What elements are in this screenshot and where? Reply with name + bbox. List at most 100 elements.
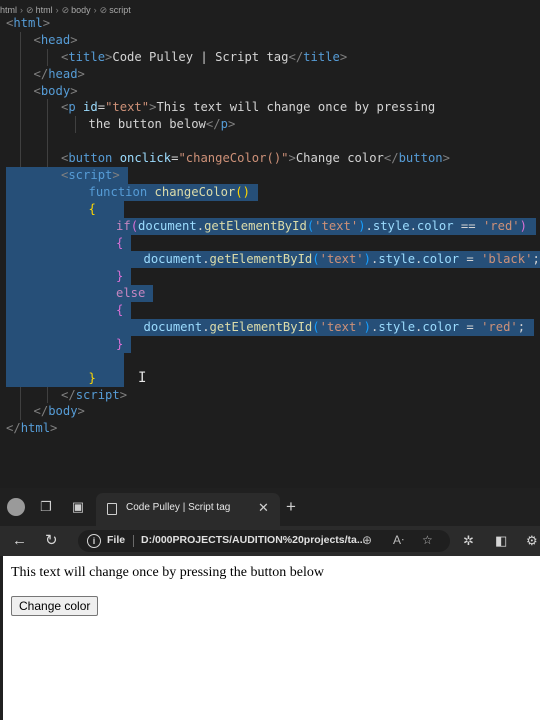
code-text: } (89, 370, 96, 387)
code-line[interactable]: the button below</p> (0, 116, 540, 134)
code-token: html (13, 16, 43, 30)
browser-tab[interactable]: Code Pulley | Script tag ✕ (96, 493, 280, 526)
code-token: > (42, 16, 51, 30)
code-line[interactable]: } (0, 335, 540, 353)
avatar-icon[interactable] (7, 498, 25, 516)
code-line[interactable]: { (0, 302, 540, 320)
selection-highlight (6, 200, 124, 218)
code-token: the button below (88, 117, 206, 132)
code-token: if (116, 218, 131, 233)
code-token: style (378, 252, 416, 267)
code-token: . (202, 320, 210, 335)
code-line[interactable]: { (0, 234, 540, 252)
code-token: button (68, 151, 113, 166)
code-line[interactable]: document.getElementById('text').style.co… (0, 251, 540, 269)
code-token: { (116, 303, 124, 318)
selection-highlight (6, 234, 132, 252)
workspaces-icon[interactable]: ❐ (36, 498, 56, 516)
code-token: > (227, 117, 236, 132)
indent-guide (47, 386, 49, 404)
code-line[interactable]: <title>Code Pulley | Script tag</title> (0, 48, 540, 66)
browser-window: ❐ ▣ Code Pulley | Script tag ✕ + ← ↻ i F… (0, 488, 540, 720)
code-token: > (442, 151, 450, 166)
code-token: ) (363, 320, 371, 335)
read-aloud-icon[interactable]: Aᐧ (393, 533, 404, 547)
code-text: { (116, 235, 123, 252)
close-icon[interactable]: ✕ (258, 500, 269, 516)
code-token: } (116, 336, 124, 351)
plus-icon[interactable]: + (286, 497, 296, 517)
code-text: } (116, 268, 123, 285)
code-token: } (116, 269, 124, 284)
navigation-bar: ← ↻ i File D:/000PROJECTS/AUDITION%20pro… (0, 526, 540, 556)
code-token: script (68, 168, 113, 183)
star-icon[interactable]: ☆ (422, 533, 433, 547)
selection-highlight (6, 268, 132, 286)
code-token: } (88, 370, 96, 385)
url-text[interactable]: D:/000PROJECTS/AUDITION%20projects/ta... (141, 534, 366, 546)
code-token: This text will change once by pressing (156, 100, 436, 115)
code-token: head (48, 66, 78, 81)
change-color-button[interactable]: Change color (11, 596, 99, 616)
code-token: function (88, 184, 148, 199)
zoom-icon[interactable]: ⊕ (362, 533, 372, 547)
code-token: "text" (105, 100, 150, 115)
indent-guide (47, 150, 49, 168)
info-icon[interactable]: i (87, 534, 101, 548)
code-line[interactable]: </head> (0, 65, 540, 83)
indent-guide (19, 48, 21, 66)
code-line[interactable]: <script> (0, 167, 540, 184)
code-line[interactable] (0, 133, 540, 151)
code-token: document (143, 252, 203, 267)
code-editor[interactable]: html › ⊘ html › ⊘ body › ⊘ script <html> <head> <ti… (0, 0, 540, 488)
code-line[interactable] (0, 352, 540, 370)
extensions-icon[interactable]: ✲ (463, 532, 474, 550)
code-line[interactable]: } (0, 369, 540, 387)
code-line[interactable]: } (0, 268, 540, 286)
selection-highlight (6, 369, 124, 387)
code-line[interactable]: <html> (0, 15, 540, 32)
code-token: = (459, 320, 482, 335)
code-text: document.getElementById('text').style.co… (144, 319, 526, 336)
code-line[interactable]: <button onclick="changeColor()">Change c… (0, 150, 540, 168)
code-token: style (372, 218, 410, 233)
code-token: id (83, 100, 98, 115)
code-line[interactable]: { (0, 200, 540, 218)
code-text: <script> (61, 167, 120, 184)
code-text: </head> (34, 66, 85, 83)
gear-icon[interactable]: ⚙ (526, 532, 538, 550)
code-line[interactable]: <body> (0, 82, 540, 100)
code-token: </ (383, 151, 399, 166)
address-bar[interactable]: i File D:/000PROJECTS/AUDITION%20project… (78, 530, 450, 552)
code-line[interactable]: function changeColor() (0, 183, 540, 201)
code-area[interactable]: <html> <head> <title>Code Pulley | Script … (0, 15, 540, 437)
code-token: getElementById (209, 252, 313, 267)
collections-icon[interactable]: ◧ (495, 532, 507, 550)
selection-highlight (6, 335, 132, 353)
back-arrow-icon[interactable]: ← (12, 532, 27, 550)
code-line[interactable]: else (0, 285, 540, 303)
code-token: color (422, 252, 460, 267)
code-token: p (68, 100, 76, 115)
code-text: </body> (34, 403, 85, 420)
code-line[interactable]: document.getElementById('text').style.co… (0, 319, 540, 336)
code-line[interactable]: </html> (0, 420, 540, 437)
code-line[interactable]: </script> (0, 386, 540, 404)
code-line[interactable]: <p id="text">This text will change once … (0, 99, 540, 117)
code-token: body (48, 404, 78, 419)
tab-actions-icon[interactable]: ▣ (68, 498, 88, 516)
code-token: . (202, 252, 210, 267)
code-token: </ (205, 117, 221, 132)
code-token: document (143, 320, 203, 335)
code-token: { (116, 235, 124, 250)
code-token: 'text' (314, 218, 359, 233)
code-line[interactable]: <head> (0, 31, 540, 49)
code-line[interactable]: if(document.getElementById('text').style… (0, 217, 540, 235)
code-line[interactable]: </body> (0, 403, 540, 421)
mouse-cursor-icon: I (138, 370, 147, 386)
code-token: color (416, 218, 454, 233)
tab-title: Code Pulley | Script tag (126, 502, 231, 513)
reload-icon[interactable]: ↻ (45, 532, 58, 550)
code-text: <body> (34, 83, 78, 100)
